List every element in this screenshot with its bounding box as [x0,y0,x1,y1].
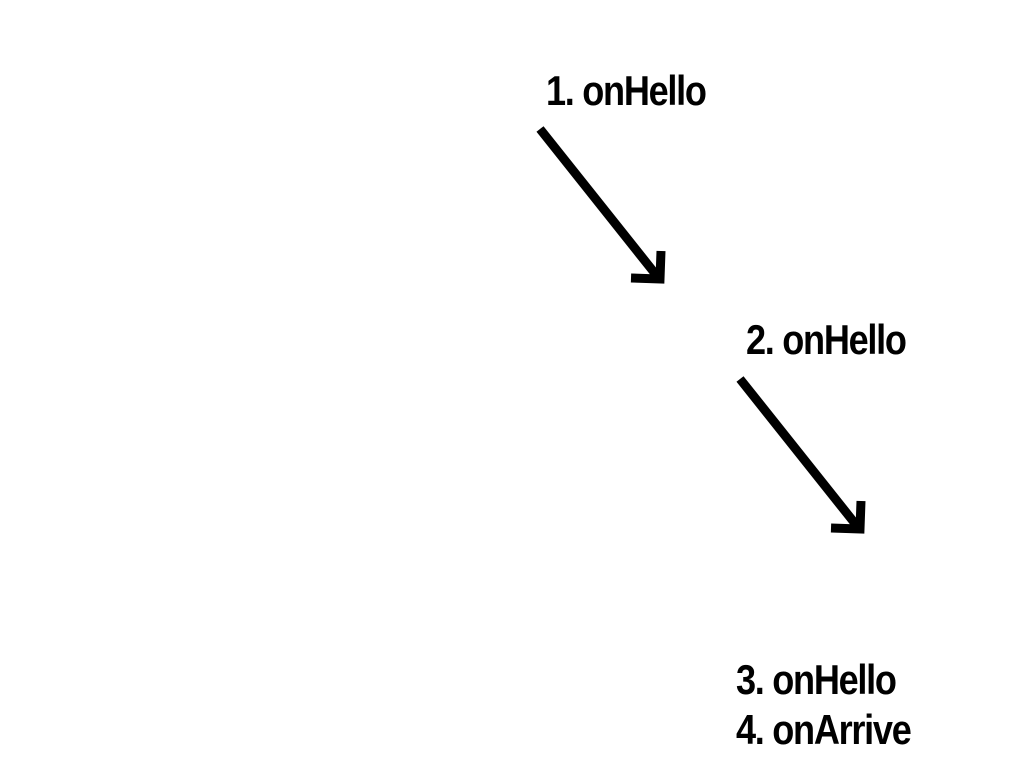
arrow-down-right-icon [536,126,666,284]
diagram-canvas: 1. onHello 2. onHello 3. onHello 4. onAr… [0,0,1024,768]
arrows-layer [536,126,866,534]
arrow-down-right-icon [736,376,866,534]
